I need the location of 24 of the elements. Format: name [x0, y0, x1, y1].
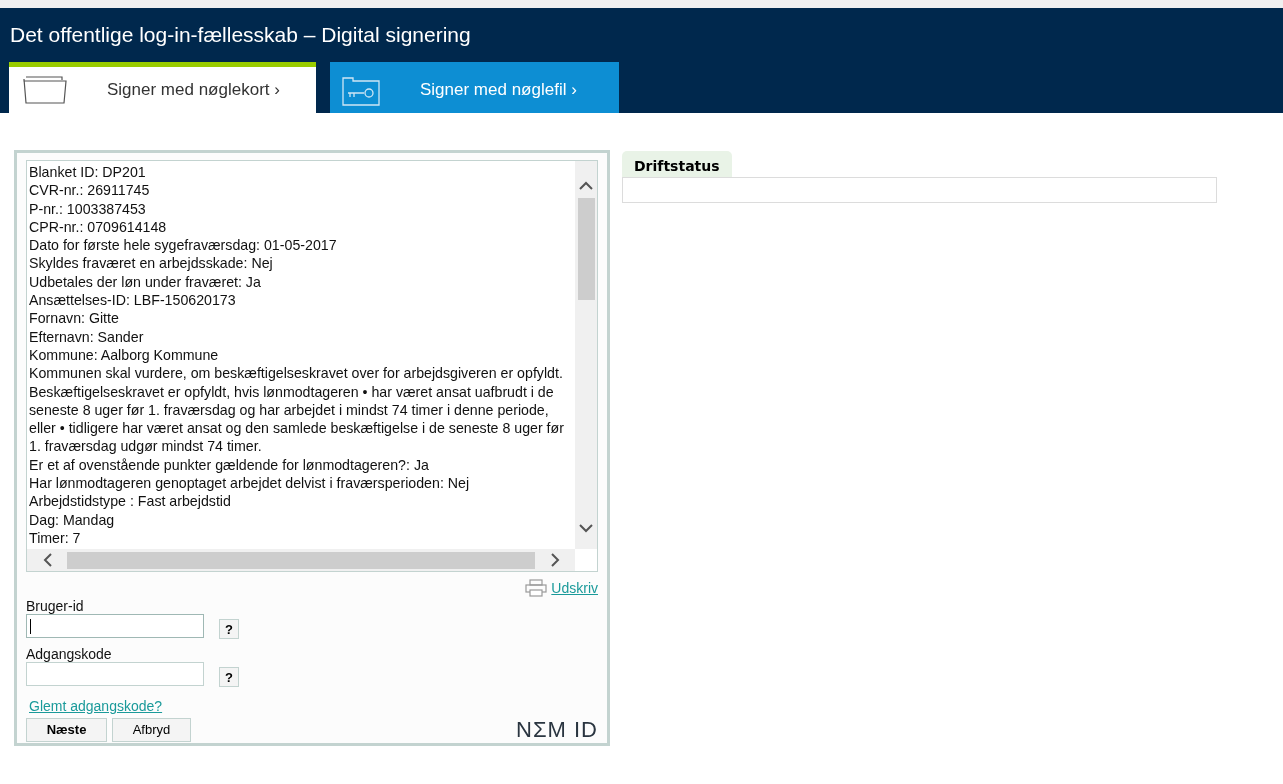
- field-label: Bruger-id: [26, 597, 85, 614]
- help-button[interactable]: ?: [219, 619, 239, 639]
- scroll-thumb[interactable]: [577, 198, 595, 300]
- page-title: Det offentlige log-in-fællesskab – Digital signering: [9, 22, 472, 48]
- input-field[interactable]: [26, 614, 204, 638]
- next-button[interactable]: Næste: [26, 718, 107, 742]
- scroll-up-icon[interactable]: [579, 181, 593, 190]
- horizontal-scrollbar[interactable]: [27, 549, 575, 571]
- tab[interactable]: Signer med nøglekort ›: [9, 62, 316, 113]
- card-icon: [21, 75, 69, 105]
- document-text: Blanket ID: DP201 CVR-nr.: 26911745 P-nr.: 1003387453 CPR-nr.: 0709614148 Dato for første hele sygefraværsdag: 01-05-2017 Skyldes fraværet en arbejdsskade: Nej Udbetales der løn under fraværet: Ja Ansættelses-ID: LBF-150620173 Fornavn: Gitte Efternavn: Sander Kommune: Aalborg Kommune Kommunen skal vurdere, om beskæftigelseskravet over for arbejdsgiveren er opfyldt. Beskæftigelseskravet er opfyldt, hvis lønmodtageren • har været ansat uafbrudt i de seneste 8 uger før 1. fraværsdag og har arbejdet i mindst 74 timer i denne periode, eller • tidligere har været ansat og den samlede beskæftigelse i de seneste 8 uger før 1. fraværsdag udgør mindst 74 timer. Er et af ovenstående punkter gældende for lønmodtageren?: Ja Har lønmodtageren genoptaget arbejdet delvist i fraværsperioden: Nej Arbejdstidstype : Fast arbejdstid Dag: Mandag Timer: 7: [28, 163, 565, 548]
- scroll-down-icon[interactable]: [579, 524, 593, 533]
- tab[interactable]: Signer med nøglefil ›: [330, 62, 619, 113]
- cancel-button[interactable]: Afbryd: [112, 718, 191, 742]
- scroll-left-icon[interactable]: [42, 553, 52, 567]
- scroll-thumb[interactable]: [67, 551, 535, 569]
- nemid-logo: NΣM ID: [516, 718, 598, 742]
- field-label: Adgangskode: [26, 645, 113, 662]
- folder-key-icon: [342, 74, 380, 106]
- printer-icon[interactable]: [525, 579, 548, 597]
- help-button[interactable]: ?: [219, 667, 239, 687]
- vertical-scrollbar[interactable]: [575, 161, 597, 549]
- input-field[interactable]: [26, 662, 204, 686]
- scroll-right-icon[interactable]: [550, 553, 560, 567]
